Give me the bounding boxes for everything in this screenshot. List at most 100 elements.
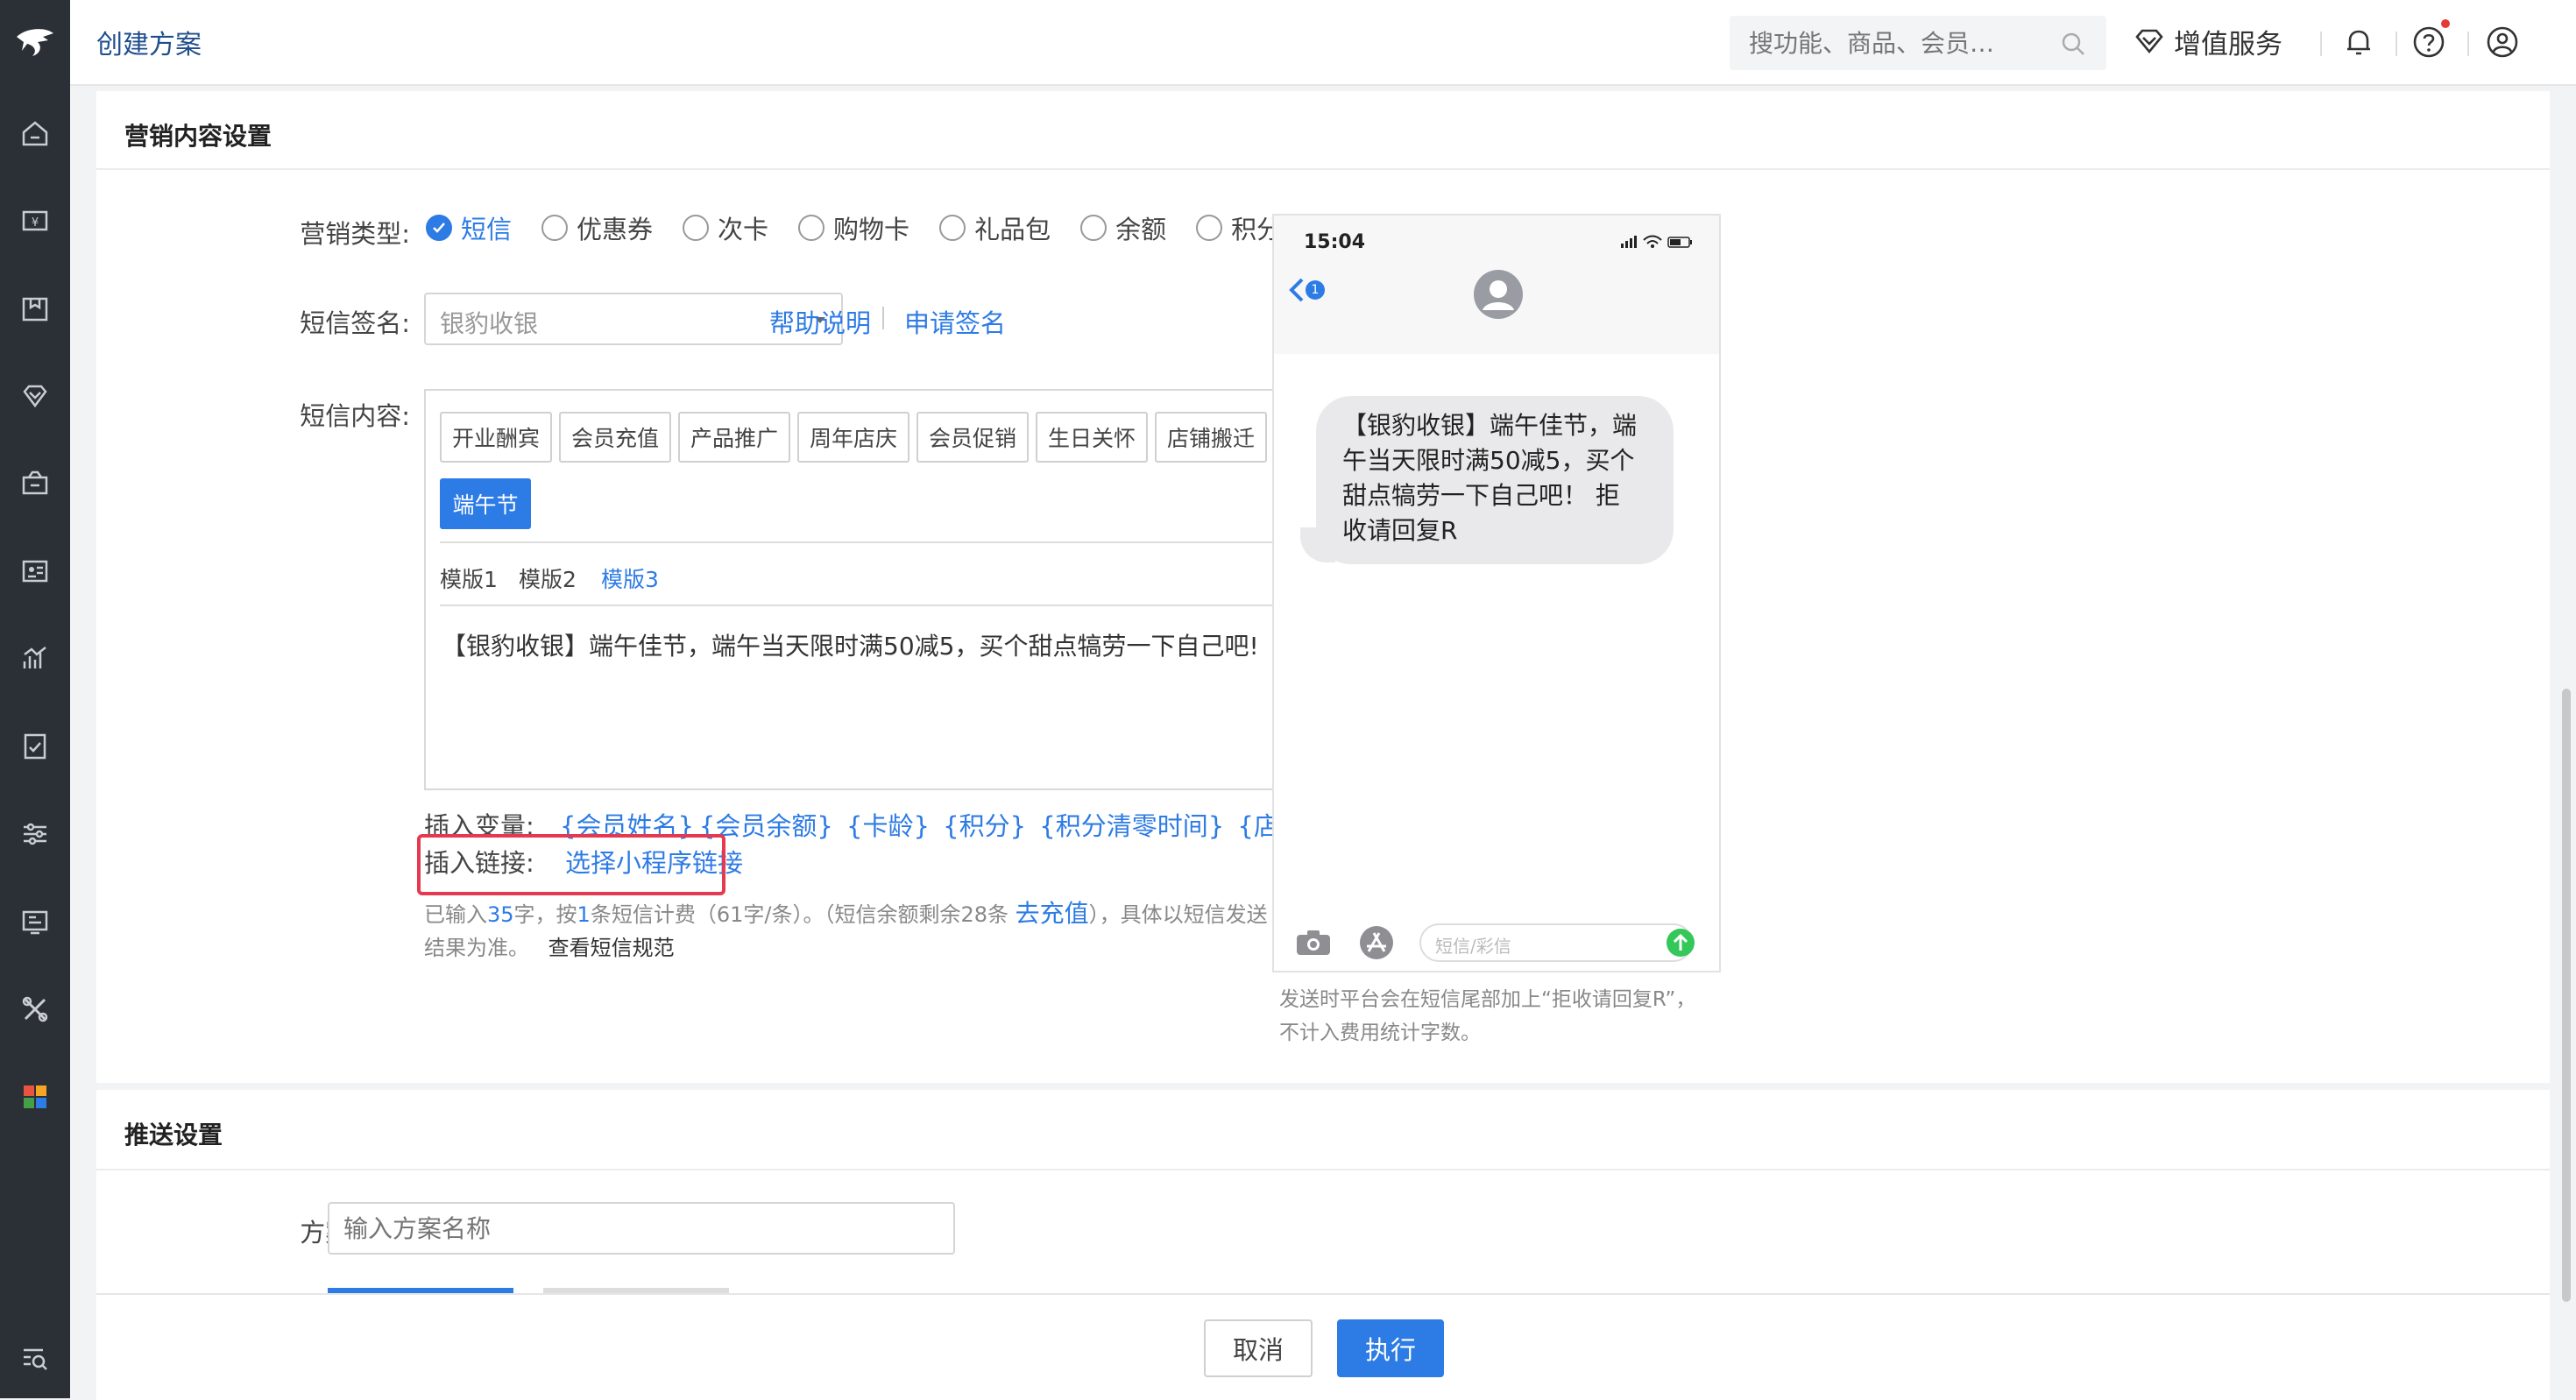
preview-note: 发送时平台会在短信尾部加上“拒收请回复R”， 不计入费用统计字数。 bbox=[1279, 983, 1695, 1050]
send-arrow-icon bbox=[1667, 929, 1695, 957]
preview-note-line: 不计入费用统计字数。 bbox=[1279, 1022, 1481, 1044]
global-search[interactable] bbox=[1730, 16, 2106, 70]
version-tab-3[interactable]: 模版3 bbox=[601, 562, 659, 594]
value-added-service-button[interactable]: 增值服务 bbox=[2134, 19, 2282, 63]
chevron-left-icon bbox=[1289, 278, 1304, 302]
radio-shopping-card[interactable]: 购物卡 bbox=[798, 209, 909, 246]
apply-signature-link[interactable]: 申请签名 bbox=[904, 303, 1006, 340]
template-recharge[interactable]: 会员充值 bbox=[559, 412, 671, 463]
home-icon[interactable] bbox=[18, 116, 53, 151]
help-link[interactable]: 帮助说明 bbox=[769, 303, 871, 340]
member-icon[interactable] bbox=[18, 378, 53, 414]
section-title: 推送设置 bbox=[124, 1121, 223, 1149]
app-logo[interactable] bbox=[0, 0, 70, 84]
sms-stats: 已输入35字，按1条短信计费（61字/条）。（短信余额剩余28条 去充值），具体… bbox=[424, 897, 1300, 965]
phone-preview: 15:04 1 【银豹收银】端午佳节，端 午当天限时满50减5，买个 甜点犒劳一… bbox=[1272, 214, 1721, 972]
sms-rules-link[interactable]: 查看短信规范 bbox=[548, 936, 675, 960]
marketing-content-card: 营销内容设置 营销类型: 短信 优惠券 次卡 购物卡 礼品包 余额 积分 短信签… bbox=[96, 91, 2550, 1083]
svg-text:¥: ¥ bbox=[32, 216, 39, 230]
bubble-line: 【银豹收银】端午佳节，端 bbox=[1342, 411, 1638, 440]
version-tab-2[interactable]: 模版2 bbox=[519, 562, 577, 594]
contact-avatar-icon bbox=[1474, 270, 1523, 319]
bubble-line: 甜点犒劳一下自己吧！ 拒 bbox=[1342, 481, 1620, 510]
help-icon[interactable] bbox=[2411, 25, 2446, 60]
search-input[interactable] bbox=[1747, 23, 2040, 63]
footer-actions: 取消 执行 bbox=[96, 1293, 2550, 1400]
tools-icon[interactable] bbox=[18, 992, 53, 1027]
stats-text: ），具体以短信发送 bbox=[1088, 902, 1268, 927]
signature-value: 银豹收银 bbox=[440, 309, 539, 338]
stats-text: 字，按 bbox=[513, 902, 577, 927]
bubble-line: 午当天限时满50减5，买个 bbox=[1342, 446, 1635, 475]
notification-bell-icon[interactable] bbox=[2341, 25, 2376, 60]
divider bbox=[2320, 32, 2322, 56]
divider bbox=[96, 168, 2550, 170]
staff-icon[interactable] bbox=[18, 554, 53, 589]
diamond-icon bbox=[2135, 29, 2163, 54]
settings-sliders-icon[interactable] bbox=[18, 817, 53, 852]
stats-text: 已输入 bbox=[424, 902, 487, 927]
marketing-type-radios: 短信 优惠券 次卡 购物卡 礼品包 余额 积分 bbox=[426, 210, 1312, 245]
status-bar-icons bbox=[1621, 235, 1692, 248]
radio-balance[interactable]: 余额 bbox=[1080, 209, 1166, 246]
page-title: 创建方案 bbox=[96, 30, 202, 60]
template-anniversary[interactable]: 周年店庆 bbox=[797, 412, 909, 463]
template-relocation[interactable]: 店铺搬迁 bbox=[1155, 412, 1267, 463]
divider bbox=[2396, 32, 2397, 56]
inventory-icon[interactable] bbox=[18, 729, 53, 764]
signature-label: 短信签名: bbox=[300, 308, 410, 338]
phone-time: 15:04 bbox=[1304, 231, 1366, 253]
menu-search-icon[interactable] bbox=[18, 1340, 53, 1375]
variable-points-reset-time[interactable]: {积分清零时间} bbox=[1039, 811, 1224, 841]
apps-grid-icon[interactable] bbox=[18, 1079, 53, 1114]
sms-content-textarea[interactable]: 【银豹收银】端午佳节，端午当天限时满50减5，买个甜点犒劳一下自己吧! bbox=[442, 627, 1259, 662]
marketing-icon[interactable] bbox=[18, 466, 53, 501]
divider bbox=[96, 1169, 2550, 1170]
recharge-link[interactable]: 去充值 bbox=[1016, 899, 1089, 928]
back-count-badge: 1 bbox=[1306, 280, 1325, 300]
divider bbox=[2467, 32, 2469, 56]
content-label: 短信内容: bbox=[300, 401, 410, 431]
template-birthday[interactable]: 生日关怀 bbox=[1036, 412, 1148, 463]
top-bar: 创建方案 增值服务 bbox=[70, 0, 2576, 86]
plan-name-input[interactable] bbox=[328, 1202, 955, 1255]
highlight-box bbox=[417, 834, 725, 895]
cashier-icon[interactable]: ¥ bbox=[18, 203, 53, 238]
radio-coupon[interactable]: 优惠券 bbox=[541, 209, 653, 246]
product-icon[interactable] bbox=[18, 291, 53, 326]
message-bubble: 【银豹收银】端午佳节，端 午当天限时满50减5，买个 甜点犒劳一下自己吧！ 拒 … bbox=[1316, 396, 1674, 564]
stats-msg-count: 1 bbox=[577, 902, 591, 927]
template-member-promo[interactable]: 会员促销 bbox=[916, 412, 1029, 463]
search-icon[interactable] bbox=[2059, 30, 2087, 58]
sms-content-box: 开业酬宾 会员充值 产品推广 周年店庆 会员促销 生日关怀 店铺搬迁 端午节 模… bbox=[424, 389, 1293, 790]
preview-note-line: 发送时平台会在短信尾部加上“拒收请回复R”， bbox=[1279, 988, 1696, 1011]
value-added-service-label: 增值服务 bbox=[2174, 28, 2282, 60]
radio-points[interactable]: 积分 bbox=[1196, 209, 1282, 246]
report-icon[interactable] bbox=[18, 641, 53, 676]
cancel-button[interactable]: 取消 bbox=[1204, 1319, 1313, 1377]
stats-text: 条短信计费（61字/条）。（短信余额剩余28条 bbox=[590, 902, 1008, 927]
template-opening[interactable]: 开业酬宾 bbox=[440, 412, 552, 463]
radio-gift-pack[interactable]: 礼品包 bbox=[939, 209, 1051, 246]
radio-punch-card[interactable]: 次卡 bbox=[683, 209, 768, 246]
user-avatar-icon[interactable] bbox=[2485, 25, 2520, 60]
execute-button[interactable]: 执行 bbox=[1337, 1319, 1444, 1377]
device-icon[interactable] bbox=[18, 904, 53, 939]
radio-sms[interactable]: 短信 bbox=[426, 209, 512, 246]
bubble-line: 收请回复R bbox=[1342, 516, 1458, 545]
sidebar: ¥ bbox=[0, 0, 70, 1398]
variable-points[interactable]: {积分} bbox=[943, 811, 1026, 841]
divider bbox=[440, 541, 1277, 543]
version-tab-1[interactable]: 模版1 bbox=[440, 562, 498, 594]
template-dragon-boat[interactable]: 端午节 bbox=[440, 478, 531, 529]
template-promotion[interactable]: 产品推广 bbox=[678, 412, 790, 463]
phone-message-input: 短信/彩信 bbox=[1419, 923, 1693, 962]
scrollbar-thumb[interactable] bbox=[2562, 689, 2571, 1302]
divider bbox=[882, 307, 884, 329]
variable-card-age[interactable]: {卡龄} bbox=[846, 811, 930, 841]
stats-text: 结果为准。 bbox=[424, 936, 529, 960]
app-store-icon bbox=[1360, 926, 1393, 959]
back-button[interactable]: 1 bbox=[1288, 277, 1325, 303]
phone-header: 15:04 1 bbox=[1274, 216, 1719, 354]
stats-char-count: 35 bbox=[487, 902, 514, 927]
